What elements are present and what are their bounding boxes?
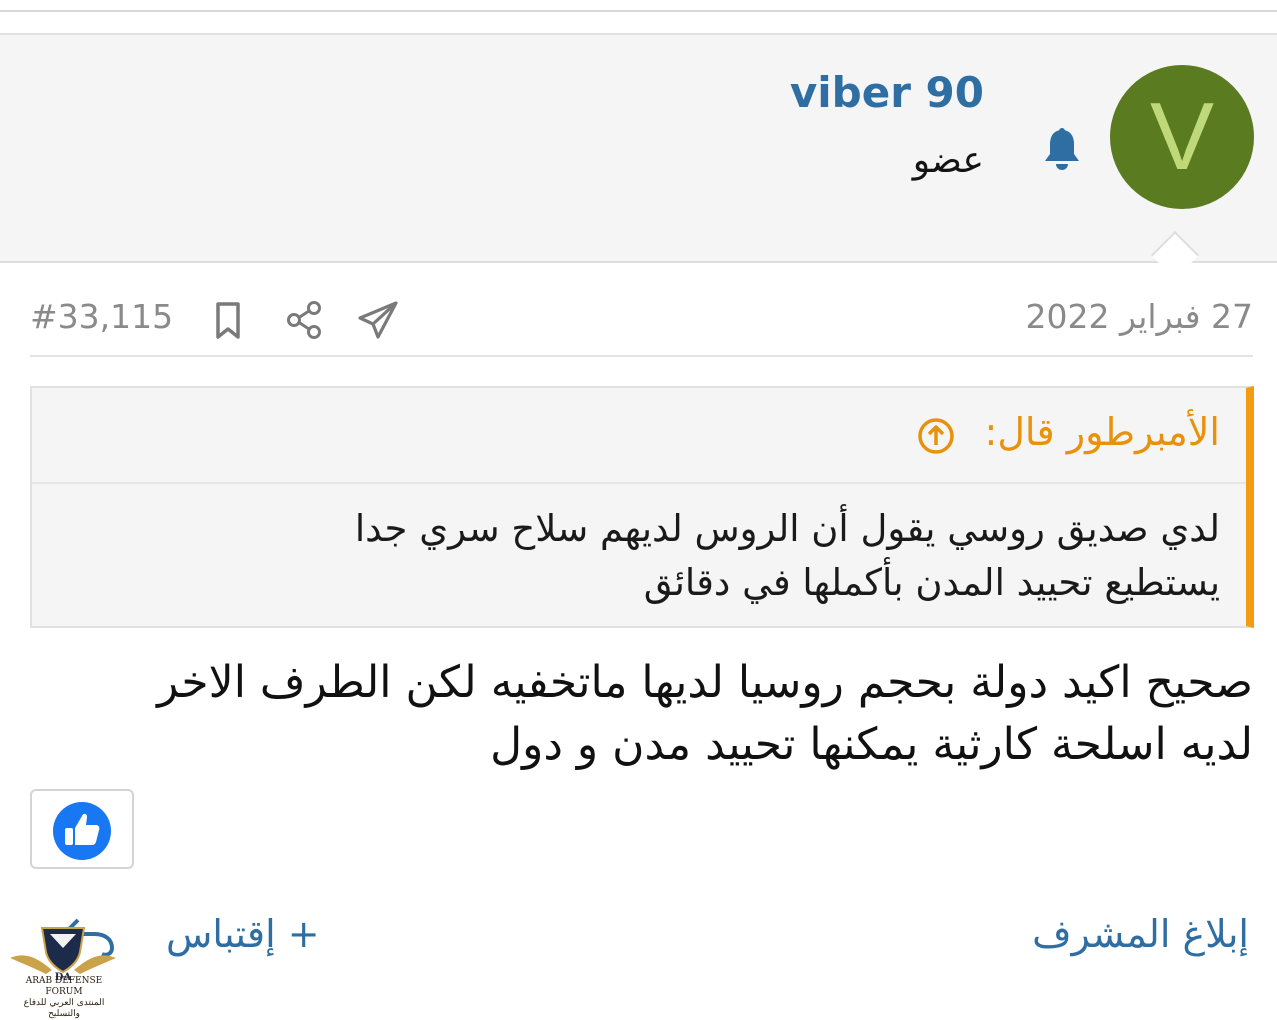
quote-header: الأمبرطور قال: bbox=[32, 388, 1246, 484]
report-button[interactable]: إبلاغ المشرف bbox=[1032, 912, 1249, 956]
post-number[interactable]: #33,115 bbox=[30, 297, 173, 336]
forum-logo-text: ARAB DEFENSE FORUM المنتدى العربي للدفاع… bbox=[14, 976, 114, 1020]
quote-author[interactable]: الأمبرطور قال: bbox=[985, 410, 1220, 454]
bell-icon[interactable] bbox=[1042, 127, 1082, 173]
post-message: صحيح اكيد دولة بحجم روسيا لديها ماتخفيه … bbox=[73, 652, 1253, 776]
quote-button[interactable]: + إقتباس bbox=[166, 912, 320, 956]
go-to-quote-icon[interactable] bbox=[916, 416, 956, 456]
message-line: لديه اسلحة كارثية يمكنها تحييد مدن و دول bbox=[490, 719, 1253, 770]
bookmark-icon[interactable] bbox=[206, 298, 250, 342]
logo-line-en: ARAB DEFENSE FORUM bbox=[25, 976, 103, 997]
share-icon[interactable] bbox=[282, 298, 326, 342]
thumbs-up-icon bbox=[53, 802, 111, 860]
user-header bbox=[0, 33, 1277, 263]
quote-text: لدي صديق روسي يقول أن الروس لديهم سلاح س… bbox=[220, 502, 1220, 610]
logo-line-ar: المنتدى العربي للدفاع والتسليح bbox=[23, 998, 105, 1019]
quote-line: يستطيع تحييد المدن بأكملها في دقائق bbox=[643, 561, 1220, 604]
username-link[interactable]: viber 90 bbox=[790, 68, 984, 117]
top-divider bbox=[0, 10, 1277, 12]
post-date[interactable]: 27 فبراير 2022 bbox=[1026, 297, 1253, 336]
post-meta-row: 27 فبراير 2022 #33,115 bbox=[30, 295, 1253, 357]
quote-line: لدي صديق روسي يقول أن الروس لديهم سلاح س… bbox=[354, 507, 1220, 550]
user-title: عضو bbox=[912, 140, 984, 181]
message-line: صحيح اكيد دولة بحجم روسيا لديها ماتخفيه … bbox=[157, 657, 1253, 708]
reaction-summary[interactable] bbox=[30, 789, 134, 869]
share-telegram-icon[interactable] bbox=[356, 298, 400, 342]
avatar[interactable]: V bbox=[1110, 65, 1254, 209]
quote-block: الأمبرطور قال: لدي صديق روسي يقول أن الر… bbox=[30, 386, 1254, 628]
